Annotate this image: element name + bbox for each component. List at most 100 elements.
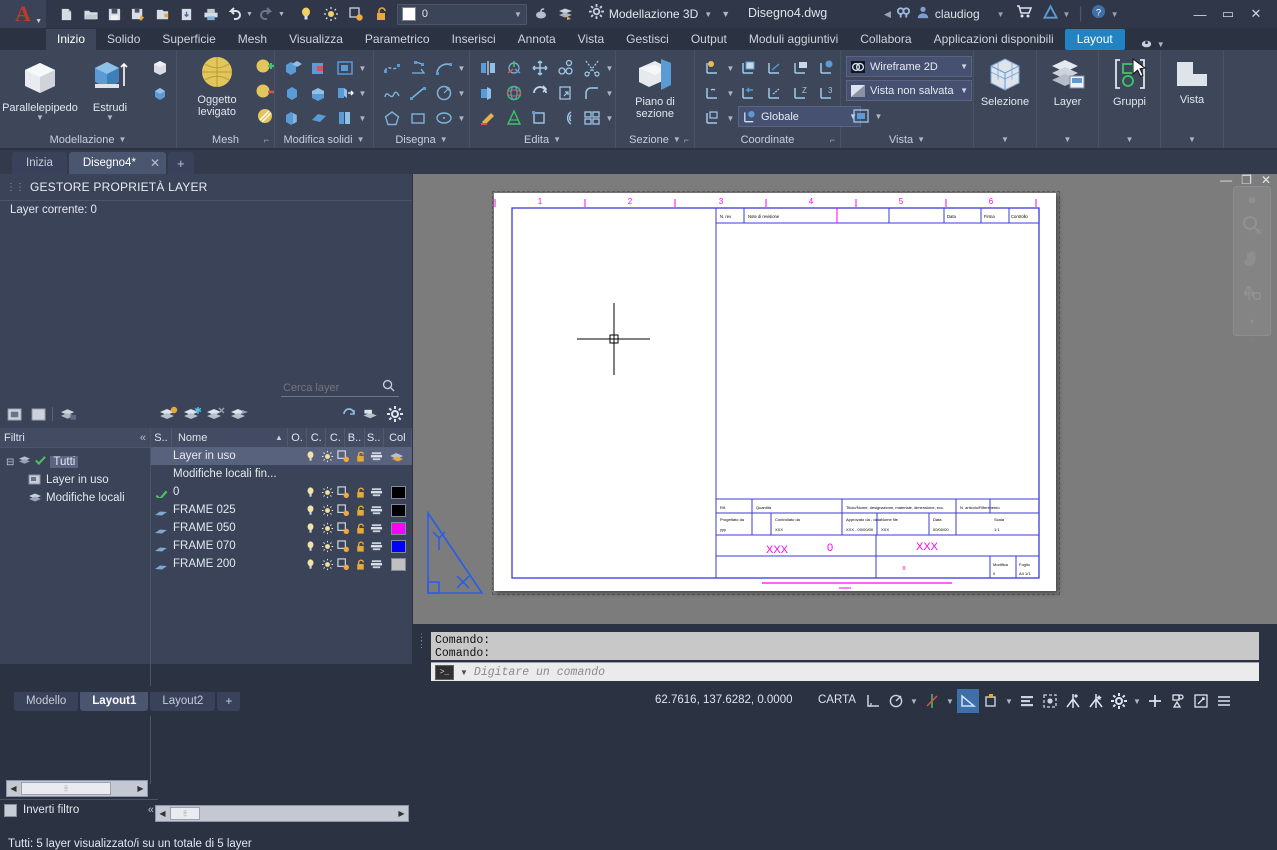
- chevron-down-icon[interactable]: ▼: [514, 10, 522, 19]
- ucs-z-axis-icon[interactable]: Z: [788, 81, 813, 105]
- ucs-named-icon[interactable]: [736, 56, 761, 80]
- account-name[interactable]: claudiog: [935, 7, 980, 21]
- panel-title-vista[interactable]: Vista ▼: [841, 131, 973, 148]
- chevron-down-icon[interactable]: ▼: [726, 89, 735, 98]
- lightbulb-icon[interactable]: [295, 4, 317, 25]
- lightbulb-icon[interactable]: [303, 522, 319, 535]
- panel-title-disegna[interactable]: Disegna ▼: [374, 131, 469, 148]
- chevron-down-icon[interactable]: ▼: [358, 89, 367, 98]
- save-as-icon[interactable]: [128, 4, 149, 25]
- tab-collabora[interactable]: Collabora: [849, 29, 922, 50]
- chevron-down-icon[interactable]: ▼: [457, 114, 466, 123]
- taper-icon[interactable]: [306, 106, 331, 130]
- chevron-down-icon[interactable]: ▼: [605, 89, 614, 98]
- ucs-apply-icon[interactable]: [762, 81, 787, 105]
- shell-icon[interactable]: [280, 106, 305, 130]
- plot-icon[interactable]: [368, 450, 384, 462]
- ribbon-button-piano-di-sezione[interactable]: Piano di sezione: [620, 54, 690, 122]
- open-icon[interactable]: [80, 4, 101, 25]
- layer-list-horizontal-scrollbar[interactable]: ◀ ⦙⦙ ▶: [155, 805, 409, 822]
- ribbon-button-parallelepipedo[interactable]: Parallelepipedo ▼: [5, 54, 75, 123]
- sun-icon[interactable]: [319, 450, 335, 463]
- tab-layout[interactable]: Layout: [1065, 29, 1125, 50]
- redo-icon[interactable]: [256, 4, 277, 25]
- visual-style-combo[interactable]: Wireframe 2D ▼: [846, 56, 972, 77]
- ucs-align-icon[interactable]: [501, 106, 526, 130]
- panel-expander-icon[interactable]: ⌐: [264, 135, 269, 145]
- close-button[interactable]: ✕: [1243, 4, 1269, 24]
- tab-inserisci[interactable]: Inserisci: [441, 29, 507, 50]
- cart-icon[interactable]: [1016, 5, 1032, 24]
- search-layer-box[interactable]: [281, 379, 399, 397]
- fullscreen-icon[interactable]: [1190, 689, 1212, 713]
- tab-annota[interactable]: Annota: [507, 29, 567, 50]
- ribbon-button-oggetto-levigato[interactable]: Oggetto levigato: [182, 54, 252, 120]
- chevron-down-icon[interactable]: ▼: [726, 64, 735, 73]
- panel-expander-icon[interactable]: ⌐: [830, 135, 835, 145]
- units-icon[interactable]: [1167, 689, 1189, 713]
- union-icon[interactable]: [280, 56, 305, 80]
- ucs-3point-icon[interactable]: [762, 56, 787, 80]
- color-swatch[interactable]: [385, 558, 412, 571]
- chevron-down-icon[interactable]: ▾: [1250, 317, 1254, 326]
- ucs-global-small-icon[interactable]: [814, 56, 839, 80]
- delete-layer-icon[interactable]: [57, 404, 79, 424]
- chevron-down-icon[interactable]: ▼: [1001, 135, 1009, 144]
- layer-state-icon[interactable]: [360, 404, 382, 424]
- presspull-icon[interactable]: [147, 81, 172, 105]
- column-on[interactable]: O.: [288, 428, 307, 447]
- column-plot[interactable]: S..: [365, 428, 384, 447]
- invert-filter-row[interactable]: Inverti filtro «: [0, 799, 158, 820]
- chevron-down-icon[interactable]: ▼: [118, 135, 126, 144]
- maximize-button[interactable]: ▭: [1215, 4, 1241, 24]
- print-icon[interactable]: [200, 4, 221, 25]
- tab-moduli-aggiuntivi[interactable]: Moduli aggiuntivi: [738, 29, 849, 50]
- layer-combo[interactable]: 0 ▼: [397, 4, 527, 25]
- table-row[interactable]: 0: [151, 483, 412, 501]
- loft-icon[interactable]: [147, 56, 172, 80]
- command-input-placeholder[interactable]: Digitare un comando: [474, 666, 605, 679]
- new-layout-button[interactable]: +: [217, 692, 240, 711]
- chevron-down-icon[interactable]: ▼: [605, 114, 614, 123]
- new-icon[interactable]: [56, 4, 77, 25]
- sun-icon[interactable]: [319, 486, 335, 499]
- ucs-object-icon[interactable]: [788, 56, 813, 80]
- chevron-down-icon[interactable]: ▼: [457, 64, 466, 73]
- panel-title-vista-big[interactable]: ▼: [1161, 131, 1223, 148]
- search-icon[interactable]: [896, 5, 911, 24]
- view-combo[interactable]: Vista non salvata ▼: [846, 80, 972, 101]
- subtract-icon[interactable]: [306, 56, 331, 80]
- file-tab-inizia[interactable]: Inizia: [12, 152, 67, 174]
- panel-title-modellazione[interactable]: Modellazione ▼: [0, 131, 176, 148]
- ribbon-button-selezione[interactable]: Selezione: [970, 54, 1040, 110]
- chevron-down-icon[interactable]: ▼: [1063, 10, 1071, 19]
- color-swatch[interactable]: [385, 450, 412, 463]
- ucs-3pt-icon[interactable]: 3: [814, 81, 839, 105]
- command-input-row[interactable]: >_ ▼ Digitare un comando: [431, 662, 1259, 681]
- chevron-down-icon[interactable]: ▼: [1188, 135, 1196, 144]
- set-current-layer-icon[interactable]: [229, 404, 251, 424]
- plot-icon[interactable]: [368, 504, 384, 516]
- vp-freeze-icon[interactable]: [335, 450, 351, 463]
- new-tab-button[interactable]: +: [168, 152, 194, 174]
- zoom-2d-icon[interactable]: 2D: [1241, 215, 1263, 240]
- chevron-down-icon[interactable]: ▼: [357, 135, 365, 144]
- chevron-down-icon[interactable]: ▼: [36, 114, 44, 121]
- file-tab-disegno4[interactable]: Disegno4* ✕: [69, 152, 166, 174]
- workspace-switcher[interactable]: Modellazione 3D ▼ ▼: [585, 4, 730, 25]
- column-color[interactable]: Col: [384, 428, 412, 447]
- scroll-right-icon[interactable]: ▶: [395, 809, 408, 818]
- fillet-edge-icon[interactable]: [579, 81, 604, 105]
- close-small-icon[interactable]: ⊗: [1248, 195, 1256, 206]
- scroll-thumb[interactable]: ⦙⦙: [170, 807, 200, 820]
- ribbon-button-gruppi[interactable]: Gruppi: [1095, 54, 1165, 110]
- lightbulb-icon[interactable]: [303, 486, 319, 499]
- workspace-box[interactable]: Modellazione 3D ▼: [585, 4, 716, 25]
- chevron-down-icon[interactable]: ▼: [457, 89, 466, 98]
- tab-mesh[interactable]: Mesh: [227, 29, 278, 50]
- chevron-down-icon[interactable]: ▼: [1003, 689, 1015, 713]
- column-freeze[interactable]: C.: [307, 428, 326, 447]
- chevron-down-icon[interactable]: ▼: [460, 668, 468, 677]
- ucs-world-icon[interactable]: [700, 56, 725, 80]
- color-swatch[interactable]: [385, 540, 412, 553]
